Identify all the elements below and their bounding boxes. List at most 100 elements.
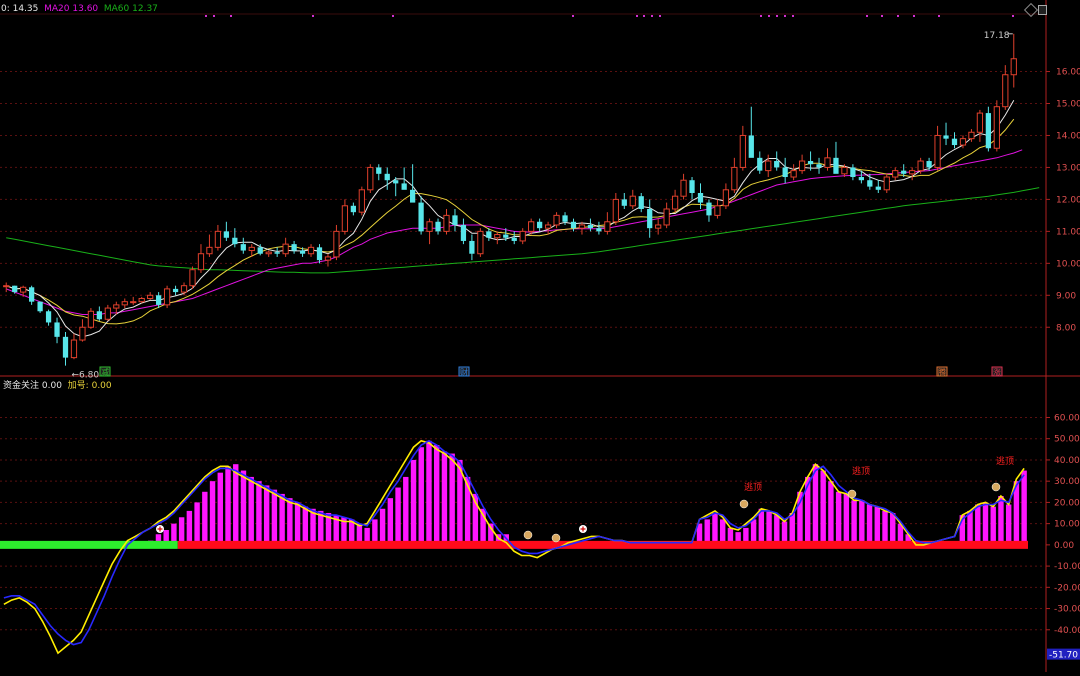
- candle-body-down: [54, 322, 60, 337]
- osc-bar: [418, 447, 424, 545]
- event-flag: 财: [458, 366, 470, 377]
- osc-bar: [240, 470, 247, 545]
- top-event-dot: [784, 15, 786, 17]
- candle-body-up: [206, 246, 213, 255]
- osc-bar: [967, 510, 973, 545]
- chart-canvas: 17.18←6.80 16.0015.0014.0013.0012.0011.0…: [0, 0, 1080, 672]
- candle-body-down: [858, 177, 864, 181]
- candle-body-down: [638, 196, 644, 209]
- candle-body-up: [282, 243, 289, 255]
- osc-bar: [1021, 470, 1027, 545]
- osc-bar: [441, 451, 448, 545]
- top-event-dot: [897, 15, 899, 17]
- osc-bar: [859, 500, 865, 545]
- top-event-dot: [776, 15, 778, 17]
- candle-body-down: [757, 157, 763, 171]
- candle-body-up: [731, 166, 738, 191]
- window-restore-icon[interactable]: [1038, 5, 1047, 15]
- candle-body-up: [976, 112, 984, 133]
- indicator-name: 资金关注: [3, 381, 40, 391]
- osc-bar: [194, 502, 200, 545]
- candle-body-down: [460, 224, 467, 241]
- osc-bar: [279, 493, 285, 545]
- candle-body-down: [537, 221, 543, 229]
- osc-bar: [789, 513, 795, 545]
- event-flag: 腾: [936, 366, 948, 377]
- candle-body-up: [934, 134, 941, 168]
- candle-body-up: [307, 246, 315, 255]
- candle-body-up: [544, 224, 552, 229]
- candle-body-up: [197, 253, 205, 271]
- candle-body-up: [798, 160, 806, 172]
- indicator-value: 0.00: [41, 381, 62, 391]
- max-price-label: 17.18: [984, 31, 1010, 41]
- top-event-dot: [213, 15, 215, 17]
- ma20-name: MA20: [44, 4, 70, 14]
- candle-body-down: [706, 202, 712, 216]
- candle-body-down: [240, 244, 246, 251]
- candle-body-down: [621, 199, 627, 206]
- candle-body-up: [358, 189, 365, 213]
- top-event-dot: [881, 15, 883, 17]
- candle-body-up: [79, 326, 86, 341]
- price-tick-label: 14.00: [1056, 131, 1080, 141]
- candle-body-down: [384, 173, 390, 181]
- osc-bar: [403, 476, 409, 545]
- event-flag: 减: [99, 366, 111, 377]
- candle-body-down: [587, 224, 594, 229]
- candle-body-down: [833, 157, 839, 174]
- candle-body-down: [875, 186, 881, 190]
- candle-body-down: [697, 193, 704, 203]
- event-flag-text: 财: [460, 367, 468, 377]
- candle-body-down: [12, 285, 18, 293]
- osc-bar: [271, 489, 278, 545]
- candle-body-down: [562, 215, 568, 222]
- candle-body-up: [722, 189, 730, 207]
- candle-body-up: [909, 170, 916, 175]
- candle-body-up: [968, 131, 975, 140]
- price-tick-label: 16.00: [1056, 68, 1080, 78]
- candle-body-up: [528, 221, 535, 232]
- candle-body-up: [1010, 58, 1017, 76]
- candle-body-down: [156, 295, 162, 305]
- candle-body-up: [604, 221, 611, 232]
- candle-body-down: [45, 311, 52, 323]
- osc-bar: [866, 504, 873, 545]
- candle-body-down: [807, 161, 814, 165]
- candle-body-down: [291, 244, 297, 251]
- osc-bar: [835, 491, 842, 545]
- candle-body-up: [714, 205, 721, 216]
- candle-body-down: [985, 113, 991, 149]
- candle-body-up: [180, 285, 188, 293]
- current-value-label: -51.70: [1049, 651, 1078, 661]
- top-event-dot: [312, 15, 314, 17]
- top-event-dot: [913, 15, 915, 17]
- candle-body-down: [486, 231, 492, 238]
- osc-tick-label: 20.00: [1054, 498, 1080, 508]
- top-event-dot: [205, 15, 207, 17]
- candle-body-up: [214, 230, 222, 248]
- candle-body-up: [426, 221, 433, 232]
- candle-body-up: [612, 198, 619, 223]
- candle-body-down: [418, 202, 424, 232]
- price-tick-label: 10.00: [1056, 259, 1080, 269]
- candle-body-up: [841, 166, 848, 175]
- money-bag-marker: [991, 482, 1001, 492]
- osc-bar: [302, 506, 309, 545]
- candle-body-up: [959, 138, 967, 146]
- candle-body-up: [519, 230, 526, 242]
- top-event-dot: [572, 15, 574, 17]
- candle-body-down: [223, 231, 229, 238]
- osc-tick-label: 0.00: [1054, 541, 1074, 551]
- candle-body-up: [443, 214, 450, 232]
- candle-body-up: [87, 310, 95, 328]
- ma60-value: 12.37: [132, 4, 158, 14]
- top-event-dot: [866, 15, 868, 17]
- candle: [883, 173, 890, 193]
- candle-body-up: [121, 301, 128, 306]
- candle-body-down: [274, 252, 280, 254]
- osc-bar: [178, 517, 185, 545]
- candle-body-up: [138, 297, 145, 303]
- money-bag-marker: [739, 499, 749, 509]
- osc-bar: [186, 510, 193, 545]
